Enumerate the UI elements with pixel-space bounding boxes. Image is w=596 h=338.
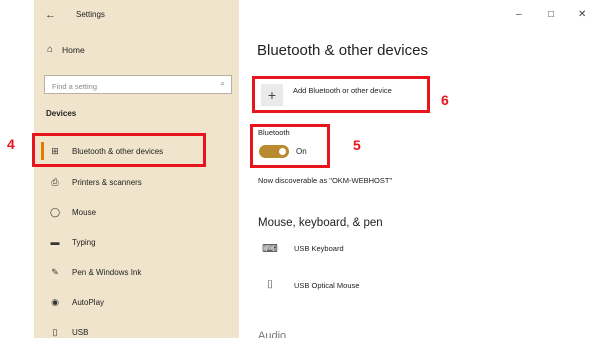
usb-icon: ▯ <box>52 326 58 337</box>
pen-icon: ✎ <box>51 266 59 277</box>
mouse-icon: ◯ <box>49 206 61 217</box>
settings-window: ← Settings ⌂ Home ⌕ Devices ⊞ Bluetooth … <box>34 0 596 338</box>
sidebar: ← Settings ⌂ Home ⌕ Devices ⊞ Bluetooth … <box>34 0 239 338</box>
section-heading-mouse-keyboard-pen: Mouse, keyboard, & pen <box>258 217 383 229</box>
sidebar-item-label: Printers & scanners <box>72 177 142 187</box>
sidebar-item-label: Pen & Windows Ink <box>72 267 142 277</box>
callout-box-5 <box>250 124 330 168</box>
search-input[interactable] <box>50 78 214 95</box>
search-box[interactable]: ⌕ <box>44 75 232 95</box>
callout-number-6: 6 <box>441 92 449 108</box>
sidebar-item-autoplay[interactable]: ◉ AutoPlay <box>41 289 231 315</box>
section-heading-audio: Audio <box>258 330 287 338</box>
sidebar-item-pen[interactable]: ✎ Pen & Windows Ink <box>41 259 231 285</box>
mouse-icon: ⌷ <box>266 279 274 291</box>
sidebar-item-home[interactable]: ⌂ Home <box>47 44 85 55</box>
device-usb-keyboard[interactable]: ⌨ USB Keyboard <box>260 242 344 255</box>
home-icon: ⌂ <box>47 44 54 55</box>
device-name: USB Optical Mouse <box>294 281 360 290</box>
callout-number-5: 5 <box>353 137 361 153</box>
sidebar-item-label: AutoPlay <box>72 297 105 307</box>
screenshot-stage: 4 ← Settings ⌂ Home ⌕ Devices ⊞ Bluetoot… <box>0 0 596 338</box>
main-content: – □ ✕ Bluetooth & other devices + Add Bl… <box>239 0 596 338</box>
autoplay-icon: ◉ <box>51 296 59 307</box>
keyboard-icon: ▬ <box>50 237 60 247</box>
sidebar-item-usb[interactable]: ▯ USB <box>41 319 231 338</box>
sidebar-item-label: USB <box>72 327 89 337</box>
callout-box-6 <box>252 76 430 113</box>
callout-box-4 <box>32 133 206 167</box>
minimize-button[interactable]: – <box>516 9 522 20</box>
sidebar-item-typing[interactable]: ▬ Typing <box>41 229 231 255</box>
printer-icon: ⎙ <box>51 176 59 187</box>
section-heading: Devices <box>46 109 77 118</box>
sidebar-item-printers[interactable]: ⎙ Printers & scanners <box>41 169 231 195</box>
keyboard-icon: ⌨ <box>262 243 278 255</box>
back-icon[interactable]: ← <box>45 9 56 21</box>
sidebar-item-label: Mouse <box>72 207 97 217</box>
search-icon[interactable]: ⌕ <box>221 79 225 89</box>
page-title: Bluetooth & other devices <box>257 42 428 59</box>
app-title: Settings <box>76 10 105 19</box>
device-name: USB Keyboard <box>294 244 344 253</box>
sidebar-item-label: Home <box>62 44 85 55</box>
discoverable-status: Now discoverable as "OKM-WEBHOST" <box>258 176 393 185</box>
sidebar-item-label: Typing <box>72 237 96 247</box>
device-usb-mouse[interactable]: ⌷ USB Optical Mouse <box>260 279 360 292</box>
sidebar-item-mouse[interactable]: ◯ Mouse <box>41 199 231 225</box>
maximize-button[interactable]: □ <box>548 9 554 20</box>
close-button[interactable]: ✕ <box>578 9 586 20</box>
callout-number-4: 4 <box>7 136 15 152</box>
